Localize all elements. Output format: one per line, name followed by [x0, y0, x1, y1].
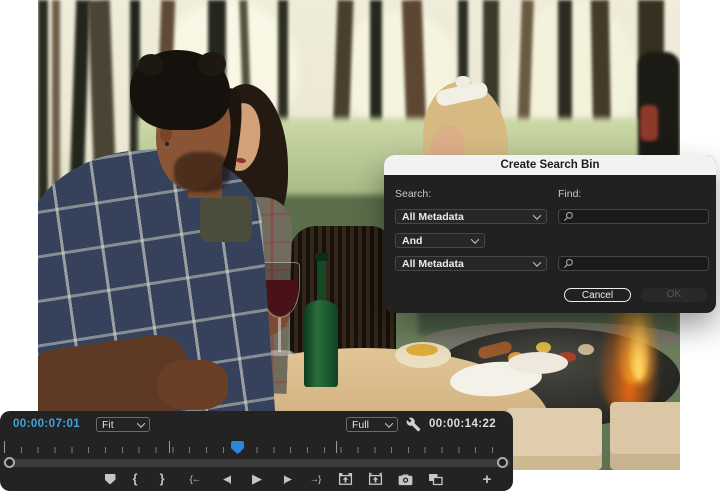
zoom-level-select[interactable]: Fit	[96, 417, 150, 432]
current-timecode: 00:00:07:01	[13, 418, 80, 430]
person-man-hand	[158, 360, 228, 410]
find-label: Find:	[558, 188, 581, 200]
ruler-major-tick	[4, 441, 5, 453]
mark-out-button[interactable]: }	[151, 469, 173, 489]
flame	[628, 318, 650, 380]
scroll-handle-left[interactable]	[4, 457, 15, 468]
lift-icon	[338, 472, 353, 486]
bottle-cap	[315, 253, 328, 261]
search-criteria-2-value: All Metadata	[402, 258, 464, 270]
person-man-earring	[165, 142, 169, 146]
chevron-down-icon	[137, 419, 145, 427]
scroll-handle-right[interactable]	[497, 457, 508, 468]
bottle-body	[304, 315, 338, 387]
search-criteria-dropdown-2[interactable]: All Metadata	[395, 256, 547, 271]
extract-button[interactable]	[364, 469, 386, 489]
go-to-in-button[interactable]: {←	[184, 469, 206, 489]
person-man-hair-curl	[198, 52, 226, 76]
comparison-view-button[interactable]	[424, 469, 446, 489]
search-label: Search:	[395, 188, 431, 200]
playback-resolution-select[interactable]: Full	[346, 417, 398, 432]
person-man-hair-curl	[138, 54, 164, 76]
comparison-view-icon	[428, 473, 443, 486]
chevron-down-icon	[385, 419, 393, 427]
chevron-down-icon	[471, 235, 479, 243]
duration-timecode: 00:00:14:22	[429, 418, 496, 430]
ruler-major-tick	[169, 441, 170, 453]
wine-glass-stem	[278, 318, 281, 352]
salad	[406, 344, 438, 356]
create-search-bin-dialog: Create Search Bin Search: Find: All Meta…	[384, 155, 716, 313]
search-icon	[563, 211, 574, 222]
bench	[610, 402, 680, 470]
plate	[508, 352, 568, 374]
step-forward-button[interactable]: |▶	[276, 469, 298, 489]
operator-dropdown[interactable]: And	[395, 233, 485, 248]
play-button[interactable]: ▶	[246, 469, 268, 489]
wrench-icon	[406, 417, 421, 432]
zoom-scroll-track[interactable]	[3, 459, 510, 467]
ruler-major-tick	[336, 441, 337, 453]
step-back-button[interactable]: ◀|	[216, 469, 238, 489]
search-criteria-dropdown-1[interactable]: All Metadata	[395, 209, 547, 224]
button-editor-button[interactable]: +	[476, 469, 498, 489]
search-criteria-1-value: All Metadata	[402, 211, 464, 223]
person-right-shirt	[640, 105, 658, 141]
add-marker-button[interactable]	[99, 469, 121, 489]
cancel-button[interactable]: Cancel	[564, 288, 631, 302]
food-mushroom	[578, 344, 594, 355]
marker-icon	[105, 474, 116, 485]
export-frame-button[interactable]	[394, 469, 416, 489]
search-icon	[563, 258, 574, 269]
person-blonde-headband-knot	[456, 76, 470, 88]
person-man-beard	[174, 152, 230, 192]
person-man-undershirt	[200, 196, 252, 242]
dialog-title: Create Search Bin	[384, 155, 716, 175]
chevron-down-icon	[533, 258, 541, 266]
bench	[506, 408, 602, 470]
camera-icon	[398, 473, 413, 486]
mark-in-button[interactable]: {	[124, 469, 146, 489]
operator-value: And	[402, 235, 422, 247]
find-input-2[interactable]	[558, 256, 709, 271]
find-input-1[interactable]	[558, 209, 709, 224]
extract-icon	[368, 472, 383, 486]
go-to-out-button[interactable]: →}	[304, 469, 326, 489]
settings-button[interactable]	[406, 417, 421, 437]
playback-resolution-value: Full	[352, 419, 369, 431]
ok-button[interactable]: OK	[641, 288, 707, 302]
zoom-level-value: Fit	[102, 419, 114, 431]
lift-button[interactable]	[334, 469, 356, 489]
playback-control-bar: 00:00:07:01 Fit Full 00:00:14:22 { } {← …	[0, 411, 513, 491]
timeline-ruler[interactable]	[4, 447, 509, 453]
chevron-down-icon	[533, 211, 541, 219]
